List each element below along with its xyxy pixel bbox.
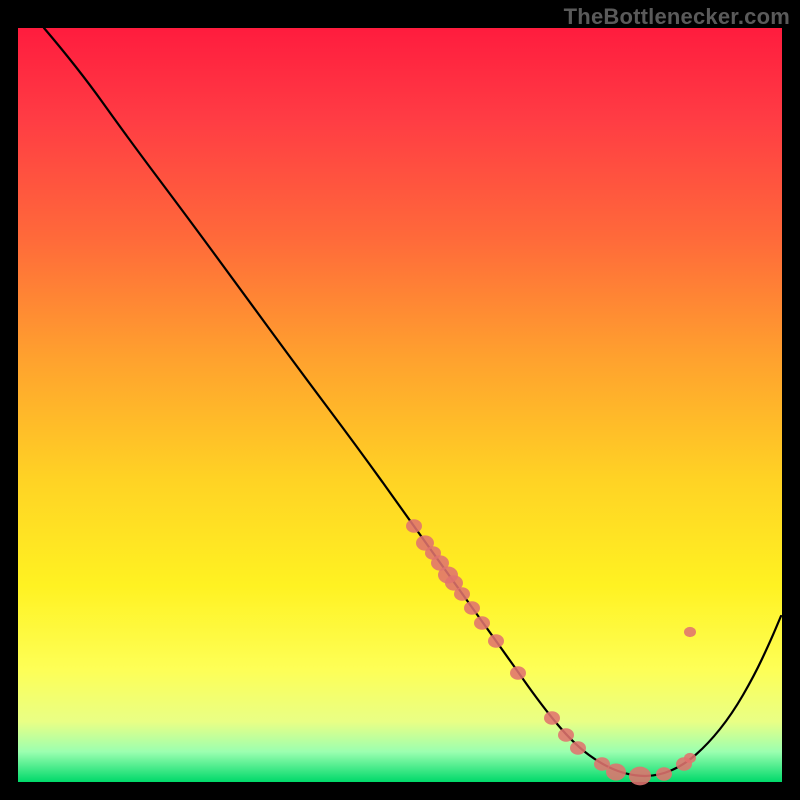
data-point xyxy=(684,753,696,763)
data-point xyxy=(629,767,651,786)
data-point xyxy=(684,627,696,637)
data-point xyxy=(454,587,470,601)
data-point xyxy=(474,616,490,630)
chart-svg xyxy=(18,28,782,782)
data-point xyxy=(606,764,626,781)
data-point xyxy=(544,711,560,725)
data-point xyxy=(570,741,586,755)
data-point xyxy=(510,666,526,680)
data-point xyxy=(406,519,422,533)
plot-area xyxy=(18,28,782,782)
scatter-dots xyxy=(406,519,696,785)
data-point xyxy=(464,601,480,615)
watermark-label: TheBottlenecker.com xyxy=(564,4,790,30)
bottleneck-curve xyxy=(44,28,781,776)
data-point xyxy=(656,767,672,781)
data-point xyxy=(558,728,574,742)
chart-frame: TheBottlenecker.com xyxy=(0,0,800,800)
data-point xyxy=(488,634,504,648)
